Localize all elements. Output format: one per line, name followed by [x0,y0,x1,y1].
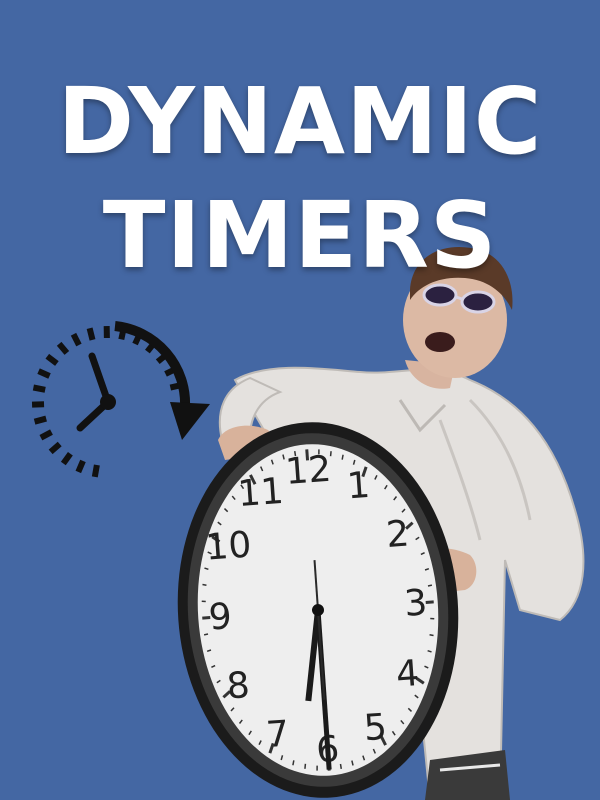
clock-numeral: 10 [204,525,253,569]
timer-dash [91,464,100,478]
clock-numeral: 12 [284,449,333,493]
clock-with-circular-arrow-icon [31,321,210,478]
timer-dash [39,429,53,441]
clock-tick [202,583,207,587]
clock-numeral: 4 [395,653,421,695]
clock-numeral: 7 [265,714,291,756]
clock-tick [339,763,343,769]
clock-numeral: 3 [403,582,429,624]
timer-arrowhead [170,402,210,440]
clock-tick [329,451,332,457]
clock-numeral: 5 [363,707,389,749]
clock-numeral: 2 [385,514,411,556]
clock-numeral: 11 [236,471,285,515]
clock-tick [201,600,206,603]
timer-dash [75,459,86,474]
cover-canvas: DYNAMIC TIMERS 12 1 2 3 4 5 7 8 9 10 11 [0,0,600,800]
timer-dash [32,384,46,393]
timer-dash [33,415,47,425]
timer-dash [37,368,51,379]
clock-tick [304,763,307,769]
timer-dash [86,327,96,341]
clock-tick [203,633,209,636]
timer-dash [56,341,70,355]
timer-dash [60,452,73,466]
clock-tick [430,617,435,620]
clock-numeral: 9 [207,596,233,638]
timer-arrow-arc [114,321,191,408]
clock-numeral: 1 [346,465,372,507]
clock-tick [427,584,433,587]
clock-numeral: 8 [225,665,251,707]
timer-dash [70,332,82,347]
clock-tick [429,633,434,637]
timer-dash [45,353,59,366]
timer-dash [48,441,62,455]
